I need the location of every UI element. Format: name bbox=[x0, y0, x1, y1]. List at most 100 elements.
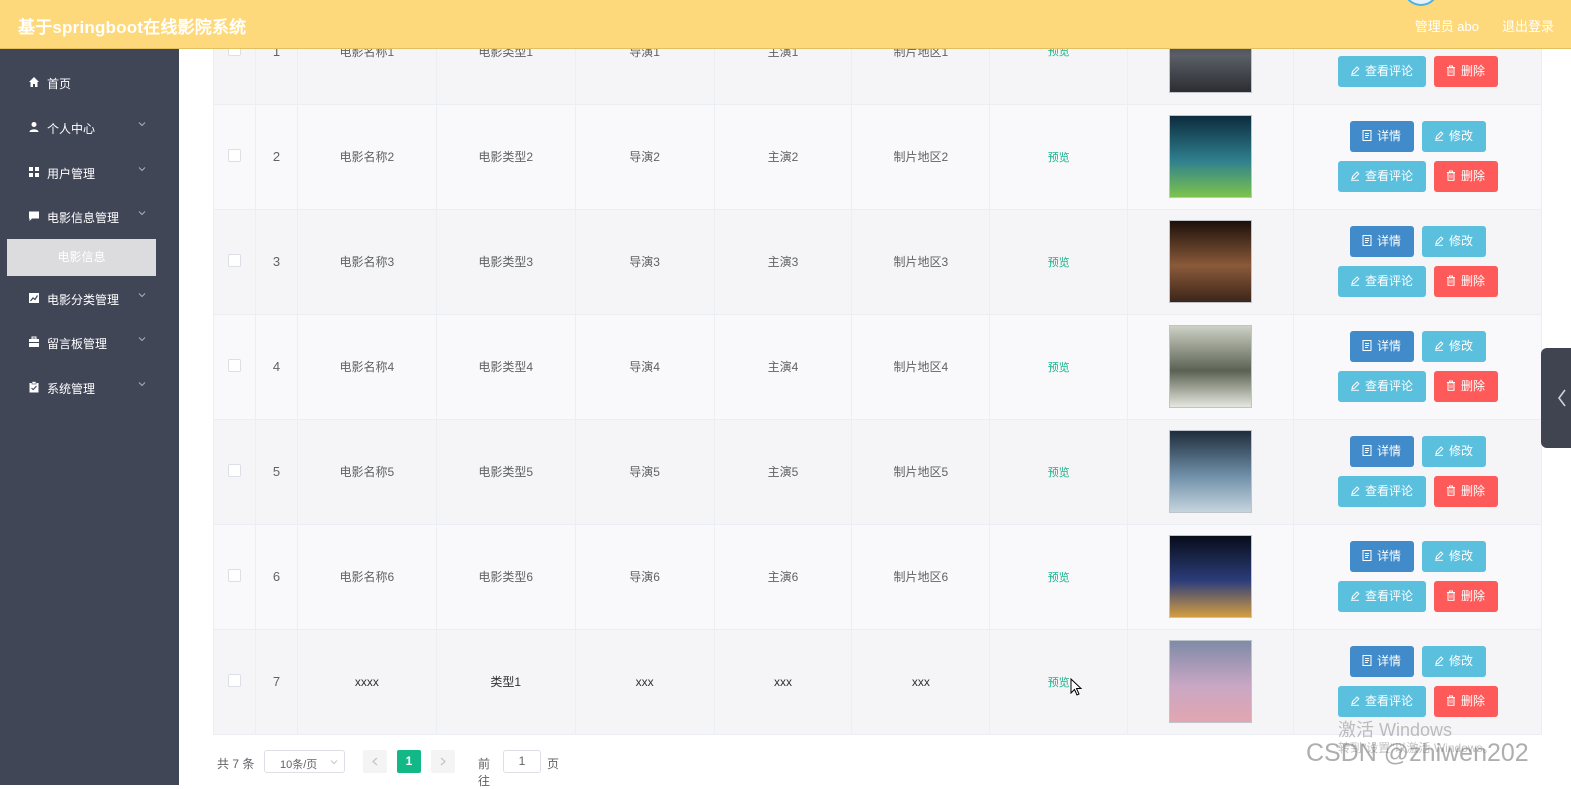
edit-icon bbox=[1351, 486, 1360, 496]
logout-link[interactable]: 退出登录 bbox=[1502, 16, 1554, 35]
sidebar-item-label: 首页 bbox=[47, 77, 72, 91]
preview-cell: 预览 bbox=[989, 209, 1129, 315]
view-comments-button[interactable]: 查看评论 bbox=[1337, 581, 1426, 612]
row-checkbox[interactable] bbox=[227, 253, 241, 267]
director-cell: 导演2 bbox=[575, 104, 715, 210]
row-checkbox[interactable] bbox=[227, 358, 241, 372]
movie-poster[interactable] bbox=[1169, 640, 1253, 723]
view-comments-button[interactable]: 查看评论 bbox=[1337, 55, 1426, 87]
detail-button[interactable]: 详情 bbox=[1349, 436, 1414, 467]
row-select-cell bbox=[213, 524, 256, 630]
actor-cell: 主演5 bbox=[714, 419, 853, 525]
row-checkbox[interactable] bbox=[227, 568, 241, 582]
detail-button-label: 详情 bbox=[1377, 339, 1402, 353]
sidebar-subitem-movie-info[interactable]: 电影信息 bbox=[7, 239, 156, 276]
sidebar-item-home[interactable]: 首页 bbox=[0, 65, 179, 99]
sidebar-item-message-board-management[interactable]: 留言板管理 bbox=[0, 325, 179, 359]
production-region: xxx bbox=[911, 674, 930, 689]
region-cell: 制片地区4 bbox=[851, 314, 991, 420]
director-cell: xxx bbox=[575, 629, 715, 735]
movie-type: 类型1 bbox=[490, 675, 522, 689]
page-number-current[interactable]: 1 bbox=[397, 750, 421, 773]
movie-poster[interactable] bbox=[1169, 535, 1253, 618]
edit-button[interactable]: 修改 bbox=[1421, 436, 1486, 467]
detail-button[interactable]: 详情 bbox=[1349, 541, 1414, 572]
trash-icon bbox=[1447, 590, 1455, 601]
view-comments-button[interactable]: 查看评论 bbox=[1337, 161, 1426, 192]
poster-cell bbox=[1127, 49, 1295, 105]
view-comments-button-label: 查看评论 bbox=[1365, 379, 1414, 393]
row-checkbox[interactable] bbox=[227, 463, 241, 477]
detail-button-label: 详情 bbox=[1377, 129, 1402, 143]
actor-cell: 主演1 bbox=[714, 49, 853, 105]
chevron-up-icon bbox=[138, 211, 146, 216]
delete-button[interactable]: 删除 bbox=[1433, 476, 1498, 507]
movie-name: 电影名称1 bbox=[339, 49, 395, 59]
side-panel-handle[interactable] bbox=[1541, 348, 1571, 448]
row-index: 2 bbox=[255, 104, 298, 210]
delete-button[interactable]: 删除 bbox=[1433, 55, 1498, 87]
movie-poster[interactable] bbox=[1169, 115, 1253, 198]
next-page-button[interactable] bbox=[431, 750, 455, 773]
preview-link[interactable]: 预览 bbox=[1048, 257, 1070, 269]
detail-button[interactable]: 详情 bbox=[1349, 226, 1414, 257]
actor-cell: 主演2 bbox=[714, 104, 853, 210]
page-size-select[interactable]: 10条/页 bbox=[264, 750, 345, 773]
movie-poster[interactable] bbox=[1169, 220, 1253, 303]
edit-icon bbox=[1435, 551, 1444, 561]
sidebar-item-system-management[interactable]: 系统管理 bbox=[0, 370, 179, 404]
goto-page-input[interactable]: 1 bbox=[503, 750, 541, 773]
sidebar-item-personal-center[interactable]: 个人中心 bbox=[0, 110, 179, 144]
detail-button[interactable]: 详情 bbox=[1349, 331, 1414, 362]
row-checkbox[interactable] bbox=[227, 148, 241, 162]
preview-link[interactable]: 预览 bbox=[1048, 572, 1070, 584]
view-comments-button[interactable]: 查看评论 bbox=[1337, 686, 1426, 717]
director: 导演5 bbox=[629, 465, 660, 479]
edit-button[interactable]: 修改 bbox=[1421, 226, 1486, 257]
edit-button[interactable]: 修改 bbox=[1421, 646, 1486, 677]
movie-poster[interactable] bbox=[1169, 49, 1253, 93]
edit-button[interactable]: 修改 bbox=[1421, 121, 1486, 152]
preview-link[interactable]: 预览 bbox=[1048, 49, 1070, 58]
sidebar-item-movie-info-management[interactable]: 电影信息管理 bbox=[0, 199, 179, 233]
view-comments-button[interactable]: 查看评论 bbox=[1337, 266, 1426, 297]
view-comments-button[interactable]: 查看评论 bbox=[1337, 476, 1426, 507]
detail-button[interactable]: 详情 bbox=[1349, 646, 1414, 677]
trash-icon bbox=[1447, 275, 1455, 286]
movie-poster[interactable] bbox=[1169, 325, 1253, 408]
sidebar-item-user-management[interactable]: 用户管理 bbox=[0, 155, 179, 189]
director: xxx bbox=[635, 674, 654, 689]
preview-link[interactable]: 预览 bbox=[1048, 467, 1070, 479]
director: 导演6 bbox=[629, 570, 660, 584]
movie-name: 电影名称5 bbox=[339, 465, 395, 479]
movie-poster[interactable] bbox=[1169, 430, 1253, 513]
delete-button[interactable]: 删除 bbox=[1433, 686, 1498, 717]
preview-cell: 预览 bbox=[989, 419, 1129, 525]
delete-button[interactable]: 删除 bbox=[1433, 266, 1498, 297]
avatar[interactable] bbox=[1403, 0, 1439, 6]
view-comments-button[interactable]: 查看评论 bbox=[1337, 371, 1426, 402]
detail-button[interactable]: 详情 bbox=[1349, 121, 1414, 152]
edit-button[interactable]: 修改 bbox=[1421, 331, 1486, 362]
operations-cell: 详情 修改查看评论 删除 bbox=[1293, 524, 1542, 630]
delete-button[interactable]: 删除 bbox=[1433, 371, 1498, 402]
edit-icon bbox=[1435, 656, 1444, 666]
director-cell: 导演3 bbox=[575, 209, 715, 315]
production-region: 制片地区4 bbox=[893, 360, 949, 374]
edit-icon bbox=[1435, 446, 1444, 456]
preview-link[interactable]: 预览 bbox=[1048, 362, 1070, 374]
sidebar-item-movie-category-management[interactable]: 电影分类管理 bbox=[0, 281, 179, 315]
edit-button[interactable]: 修改 bbox=[1421, 541, 1486, 572]
sidebar-item-label: 留言板管理 bbox=[47, 337, 108, 351]
row-checkbox[interactable] bbox=[227, 673, 241, 687]
preview-link[interactable]: 预览 bbox=[1048, 152, 1070, 164]
sidebar-item-label: 个人中心 bbox=[47, 122, 96, 136]
delete-button[interactable]: 删除 bbox=[1433, 581, 1498, 612]
lead-actor: 主演5 bbox=[767, 465, 799, 479]
prev-page-button[interactable] bbox=[363, 750, 387, 773]
delete-button[interactable]: 删除 bbox=[1433, 161, 1498, 192]
goto-label: 前往 bbox=[478, 757, 491, 788]
preview-link[interactable]: 预览 bbox=[1048, 677, 1070, 689]
sidebar: 首页 个人中心 用户管理 电影信息管理 电影信息 电影分类管理 留言板管理 系统… bbox=[0, 49, 179, 785]
row-checkbox[interactable] bbox=[227, 49, 241, 57]
